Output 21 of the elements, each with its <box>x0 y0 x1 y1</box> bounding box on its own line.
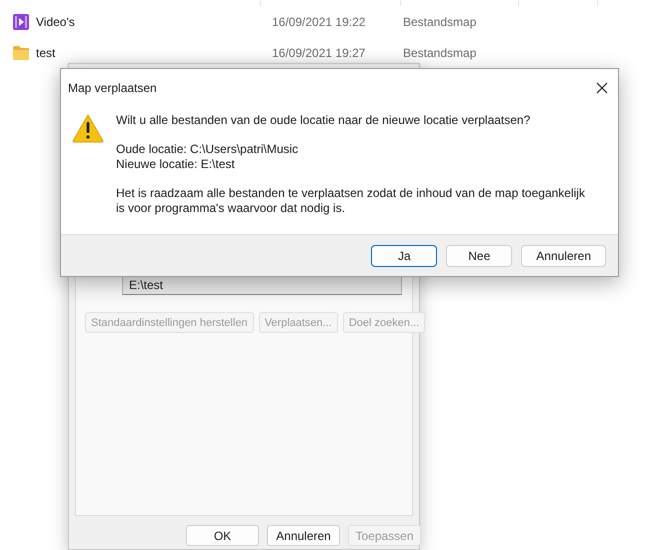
dialog-button[interactable]: Nee <box>446 244 512 266</box>
location-text: Oude locatie: C:\Users\patri\Music <box>116 142 300 157</box>
window-title: Map verplaatsen <box>68 81 157 95</box>
file-type: Bestandsmap <box>403 14 476 28</box>
dialog-button[interactable]: Annuleren <box>521 244 606 266</box>
file-type: Bestandsmap <box>403 46 476 60</box>
dialog-button[interactable]: Annuleren <box>267 525 340 546</box>
note-text: Het is raadzaam alle bestanden te verplaatsen zodat de inhoud van de map toegankelijk is voor programma's waarvoor dat nodig is. <box>116 186 586 216</box>
date-modified: 16/09/2021 19:22 <box>271 14 366 28</box>
dialog-button[interactable]: Ja <box>371 244 438 266</box>
path-field[interactable]: E:\test <box>122 275 402 295</box>
dialog-button[interactable]: OK <box>186 525 259 546</box>
file-name[interactable]: test <box>36 46 56 60</box>
location-text: Nieuwe locatie: E:\test <box>116 157 236 172</box>
folder-icon <box>12 44 30 62</box>
close-icon[interactable] <box>596 82 608 94</box>
video-icon <box>12 12 30 30</box>
file-name[interactable]: Video's <box>36 14 75 28</box>
warning-icon <box>72 113 104 143</box>
date-modified: 16/09/2021 19:27 <box>271 46 366 60</box>
question-text: Wilt u alle bestanden van de oude locatie naar de nieuwe locatie verplaatsen? <box>116 113 532 128</box>
